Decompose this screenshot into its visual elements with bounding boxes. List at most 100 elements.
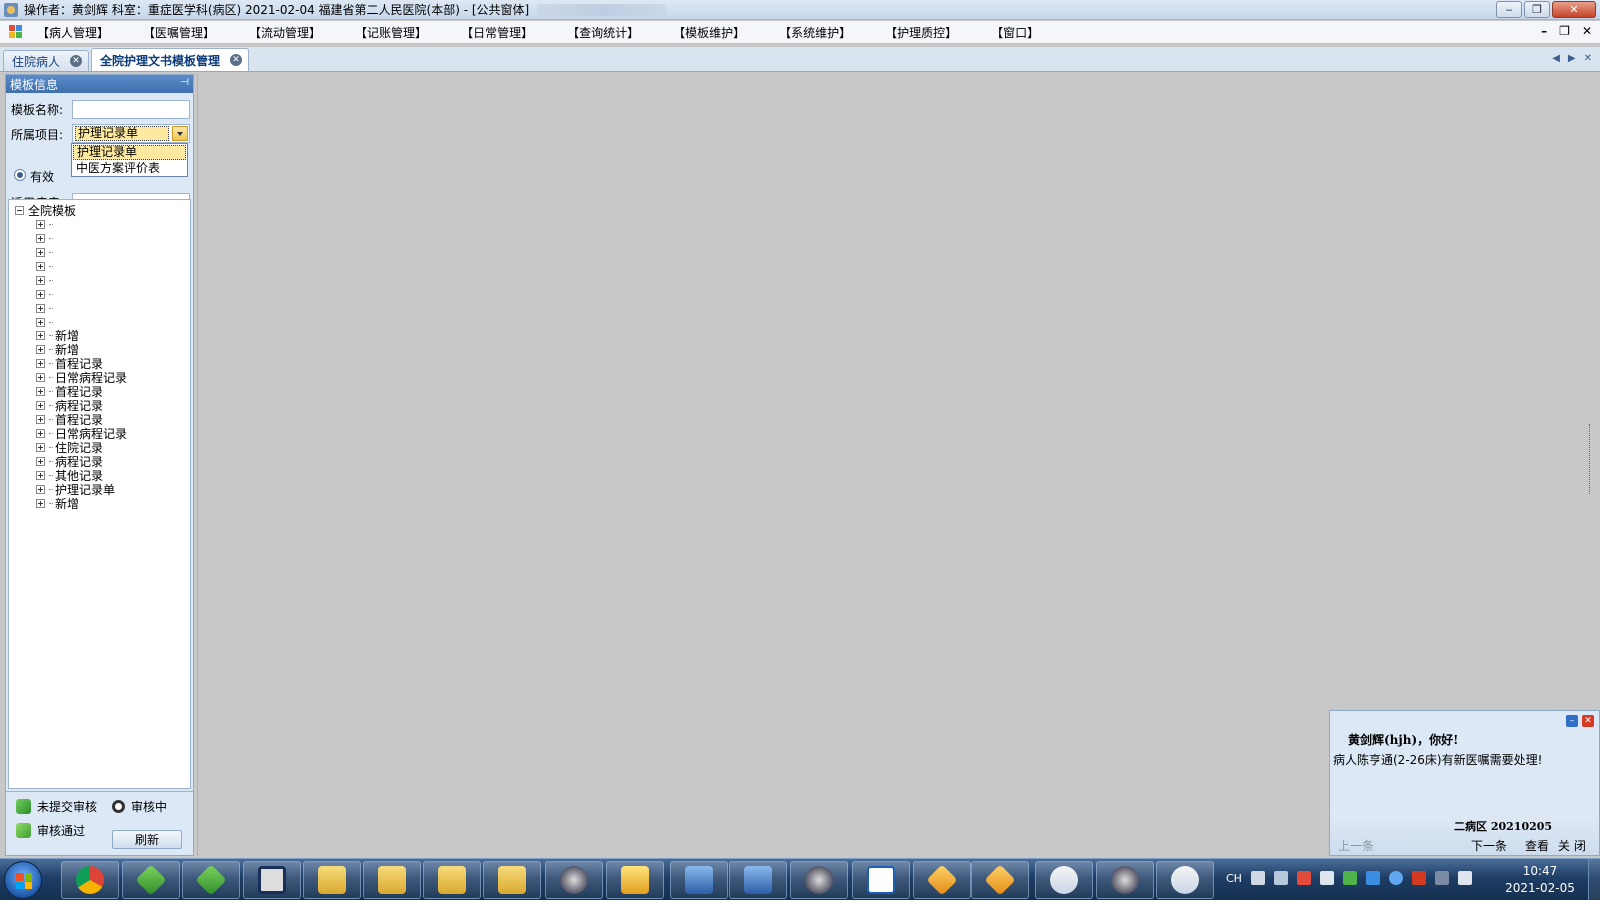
expand-icon[interactable] (36, 442, 45, 452)
expand-icon[interactable] (36, 386, 45, 396)
tree-node[interactable] (36, 245, 55, 259)
taskbar-compass-2[interactable] (790, 861, 848, 899)
menu-window[interactable]: 【窗口】 (991, 24, 1039, 41)
expand-icon[interactable] (36, 317, 45, 327)
menu-template-maintenance[interactable]: 【模板维护】 (673, 24, 745, 41)
menu-billing-management[interactable]: 【记账管理】 (355, 24, 427, 41)
splitter-handle[interactable] (1589, 424, 1595, 494)
expand-icon[interactable] (36, 289, 45, 299)
notification-prev-link[interactable]: 上一条 (1338, 837, 1374, 854)
tree-node[interactable]: 新增 (36, 496, 79, 511)
taskbar-folder-3[interactable] (423, 861, 481, 899)
show-desktop-button[interactable] (1588, 859, 1600, 900)
tree-node[interactable] (36, 273, 55, 287)
taskbar-chrome[interactable] (61, 861, 119, 899)
printer-icon[interactable] (1319, 871, 1334, 885)
menu-order-management[interactable]: 【医嘱管理】 (143, 24, 215, 41)
volume-icon[interactable] (1457, 871, 1472, 885)
valid-radio[interactable] (14, 169, 26, 181)
app-tray-red-icon[interactable] (1296, 871, 1311, 885)
expand-icon[interactable] (36, 400, 45, 410)
expand-icon[interactable] (36, 344, 45, 354)
expand-icon[interactable] (36, 414, 45, 424)
notification-minimize-icon[interactable]: – (1566, 715, 1578, 727)
shield-icon[interactable] (1342, 871, 1357, 885)
notification-view-link[interactable]: 查看 (1525, 837, 1549, 854)
project-select[interactable]: 护理记录单 (72, 124, 190, 143)
expand-icon[interactable] (36, 261, 45, 271)
taskbar-remote-1[interactable] (670, 861, 728, 899)
expand-icon[interactable] (36, 233, 45, 243)
not-submitted-filter[interactable]: 未提交审核 (16, 798, 97, 815)
expand-icon[interactable] (36, 303, 45, 313)
menu-flow-management[interactable]: 【流动管理】 (249, 24, 321, 41)
window-restore-button[interactable]: ❐ (1524, 1, 1550, 18)
taskbar-folder-4[interactable] (483, 861, 541, 899)
refresh-button[interactable]: 刷新 (112, 830, 182, 849)
notification-close-icon[interactable]: ✕ (1582, 715, 1594, 727)
expand-icon[interactable] (36, 470, 45, 480)
expand-icon[interactable] (36, 358, 45, 368)
flag-icon[interactable] (1411, 871, 1426, 885)
menu-nursing-qc[interactable]: 【护理质控】 (885, 24, 957, 41)
mdi-minimize-button[interactable]: – (1541, 24, 1547, 38)
taskbar-compass-1[interactable] (545, 861, 603, 899)
tree-node[interactable] (36, 259, 55, 273)
taskbar-yen-app[interactable] (852, 861, 910, 899)
tree-node[interactable] (36, 315, 55, 329)
menu-system-maintenance[interactable]: 【系统维护】 (779, 24, 851, 41)
tab-close-icon[interactable]: ✕ (230, 54, 243, 66)
menu-query-statistics[interactable]: 【查询统计】 (567, 24, 639, 41)
expand-icon[interactable] (36, 428, 45, 438)
tree-node[interactable] (36, 231, 55, 245)
expand-icon[interactable] (36, 330, 45, 340)
collapse-icon[interactable] (15, 206, 24, 215)
taskbar-orange-app-1[interactable] (913, 861, 971, 899)
menu-patient-management[interactable]: 【病人管理】 (37, 24, 109, 41)
taskbar-clock[interactable]: 10:47 2021-02-05 (1500, 863, 1580, 897)
tab-close-icon[interactable]: ✕ (70, 55, 83, 67)
tab-inpatients[interactable]: 住院病人 ✕ (3, 50, 90, 71)
dropdown-arrow-icon[interactable] (172, 126, 188, 141)
expand-icon[interactable] (36, 247, 45, 257)
mdi-restore-button[interactable]: ❐ (1559, 24, 1570, 38)
taskbar-compass-3[interactable] (1096, 861, 1154, 899)
tab-close-all-icon[interactable]: ✕ (1584, 53, 1592, 64)
tree-node[interactable] (36, 287, 55, 301)
expand-icon[interactable] (36, 372, 45, 382)
tree-node[interactable] (36, 301, 55, 315)
network-icon[interactable] (1365, 871, 1380, 885)
window-close-button[interactable]: ✕ (1552, 1, 1596, 18)
start-button[interactable] (4, 861, 42, 899)
taskbar-sql-server[interactable] (606, 861, 664, 899)
taskbar-orange-app-2[interactable] (971, 861, 1029, 899)
tab-next-icon[interactable]: ▶ (1568, 53, 1576, 64)
taskbar-folder-1[interactable] (303, 861, 361, 899)
in-review-filter[interactable]: 审核中 (112, 798, 167, 815)
approved-filter[interactable]: 审核通过 (16, 822, 85, 839)
taskbar-app-s2[interactable] (182, 861, 240, 899)
pin-icon[interactable]: ⊣ (180, 77, 189, 88)
expand-icon[interactable] (36, 498, 45, 508)
tree-node[interactable] (36, 217, 55, 231)
input-language-indicator[interactable]: CH (1226, 872, 1242, 885)
dropdown-option[interactable]: 护理记录单 (73, 145, 186, 160)
menu-daily-management[interactable]: 【日常管理】 (461, 24, 533, 41)
keyboard-icon[interactable] (1250, 871, 1265, 885)
notification-next-link[interactable]: 下一条 (1471, 837, 1507, 854)
search-tray-icon[interactable] (1388, 871, 1403, 885)
notification-close-link[interactable]: 关 闭 (1558, 837, 1586, 854)
taskbar-sql-query[interactable] (243, 861, 301, 899)
mdi-close-button[interactable]: ✕ (1582, 24, 1592, 38)
template-name-input[interactable] (72, 100, 190, 119)
taskbar-folder-2[interactable] (363, 861, 421, 899)
expand-icon[interactable] (36, 219, 45, 229)
expand-icon[interactable] (36, 456, 45, 466)
dropdown-option[interactable]: 中医方案评价表 (72, 161, 187, 176)
taskbar-nurse-app-2[interactable] (1156, 861, 1214, 899)
settings-tray-icon[interactable] (1434, 871, 1449, 885)
expand-icon[interactable] (36, 275, 45, 285)
tab-prev-icon[interactable]: ◀ (1552, 53, 1560, 64)
expand-icon[interactable] (36, 484, 45, 494)
taskbar-app-s1[interactable] (122, 861, 180, 899)
